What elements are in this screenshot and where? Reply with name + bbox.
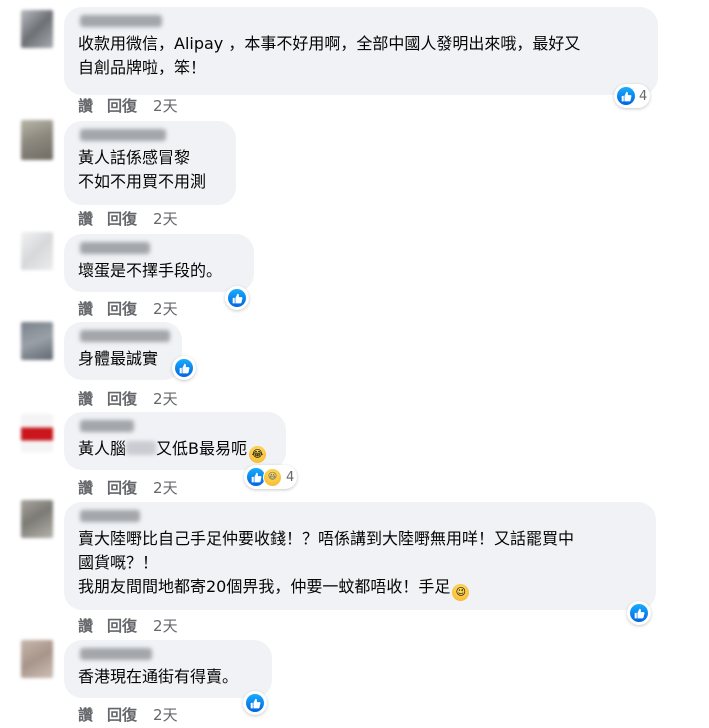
- timestamp[interactable]: 2天: [153, 388, 178, 409]
- like-icon: [175, 359, 193, 377]
- comment-bubble: 身體最誠實: [64, 322, 182, 380]
- like-icon: [617, 87, 635, 105]
- comment-text: 身體最誠實: [78, 349, 159, 368]
- comment-actions: 讚 回復 2天: [78, 388, 178, 409]
- reaction-summary[interactable]: [172, 356, 196, 380]
- author-name[interactable]: [80, 242, 150, 254]
- comment-actions: 讚 回復 2天: [78, 95, 178, 116]
- author-name[interactable]: [80, 510, 140, 522]
- like-button[interactable]: 讚: [78, 298, 93, 319]
- reply-button[interactable]: 回復: [107, 298, 137, 319]
- like-button[interactable]: 讚: [78, 615, 93, 636]
- comment-text-part: 又低B最易呃: [156, 439, 247, 458]
- reply-button[interactable]: 回復: [107, 704, 137, 725]
- comment-actions: 讚 回復 2天: [78, 477, 178, 498]
- timestamp[interactable]: 2天: [153, 477, 178, 498]
- rofl-emoji-icon: 😂: [249, 446, 266, 463]
- comment-bubble: 壞蛋是不擇手段的。: [64, 234, 254, 292]
- reaction-summary[interactable]: 😆 4: [244, 465, 298, 489]
- avatar[interactable]: [21, 120, 53, 160]
- comment-actions: 讚 回復 2天: [78, 704, 178, 725]
- reply-button[interactable]: 回復: [107, 388, 137, 409]
- author-name[interactable]: [80, 420, 134, 432]
- comment-text: 黃人話係感冒黎 不如不用買不用測: [78, 148, 207, 191]
- timestamp[interactable]: 2天: [153, 704, 178, 725]
- comment-text: 黃人腦 又低B最易呃 😂: [78, 437, 272, 463]
- comment-text: 賣大陸嘢比自己手足仲要收錢！？唔係講到大陸嘢無用咩！又話罷買中 國貨嘅？！ 我朋…: [78, 527, 642, 601]
- comment-actions: 讚 回復 2天: [78, 208, 178, 229]
- comment-text: 香港現在通街有得賣。: [78, 667, 239, 686]
- like-button[interactable]: 讚: [78, 208, 93, 229]
- author-name[interactable]: [80, 15, 162, 27]
- comment-bubble: 賣大陸嘢比自己手足仲要收錢！？唔係講到大陸嘢無用咩！又話罷買中 國貨嘅？！ 我朋…: [64, 502, 656, 610]
- timestamp[interactable]: 2天: [153, 95, 178, 116]
- comment-bubble: 黃人話係感冒黎 不如不用買不用測: [64, 121, 236, 205]
- author-name[interactable]: [80, 129, 166, 141]
- reaction-count: 4: [286, 469, 295, 485]
- timestamp[interactable]: 2天: [153, 298, 178, 319]
- haha-emoji-icon: 😆: [263, 467, 282, 487]
- comment-text: 壞蛋是不擇手段的。: [78, 261, 223, 280]
- comment-text: 收款用微信，Alipay ，本事不好用啊，全部中國人發明出來哦，最好又 自創品牌…: [78, 34, 581, 77]
- like-icon: [228, 289, 246, 307]
- comment-actions: 讚 回復 2天: [78, 298, 178, 319]
- author-name[interactable]: [80, 648, 152, 660]
- like-icon: [246, 694, 264, 712]
- reply-button[interactable]: 回復: [107, 615, 137, 636]
- like-icon: [630, 604, 648, 622]
- comment-bubble: 收款用微信，Alipay ，本事不好用啊，全部中國人發明出來哦，最好又 自創品牌…: [64, 7, 658, 95]
- reaction-summary[interactable]: 4: [614, 84, 651, 108]
- comment-text-part: 黃人腦: [78, 439, 127, 458]
- wink-emoji-icon: 😉: [452, 584, 470, 601]
- redacted-text: [126, 441, 157, 455]
- comment-actions: 讚 回復 2天: [78, 615, 178, 636]
- like-button[interactable]: 讚: [78, 388, 93, 409]
- avatar[interactable]: [21, 322, 53, 360]
- avatar[interactable]: [21, 10, 53, 48]
- avatar[interactable]: [21, 640, 53, 678]
- reaction-summary[interactable]: [627, 601, 651, 625]
- comment-bubble: 黃人腦 又低B最易呃 😂: [64, 412, 286, 470]
- avatar[interactable]: [21, 500, 53, 538]
- reply-button[interactable]: 回復: [107, 95, 137, 116]
- timestamp[interactable]: 2天: [153, 208, 178, 229]
- like-button[interactable]: 讚: [78, 95, 93, 116]
- author-name[interactable]: [80, 330, 170, 342]
- comment-text-part: 賣大陸嘢比自己手足仲要收錢！？唔係講到大陸嘢無用咩！又話罷買中 國貨嘅？！ 我朋…: [78, 529, 575, 596]
- avatar[interactable]: [21, 414, 53, 452]
- reaction-count: 4: [639, 88, 648, 104]
- avatar[interactable]: [21, 232, 53, 270]
- reaction-summary[interactable]: [225, 286, 249, 310]
- reply-button[interactable]: 回復: [107, 208, 137, 229]
- reply-button[interactable]: 回復: [107, 477, 137, 498]
- reaction-summary[interactable]: [243, 691, 267, 715]
- comment-bubble: 香港現在通街有得賣。: [64, 640, 272, 698]
- like-button[interactable]: 讚: [78, 477, 93, 498]
- like-button[interactable]: 讚: [78, 704, 93, 725]
- timestamp[interactable]: 2天: [153, 615, 178, 636]
